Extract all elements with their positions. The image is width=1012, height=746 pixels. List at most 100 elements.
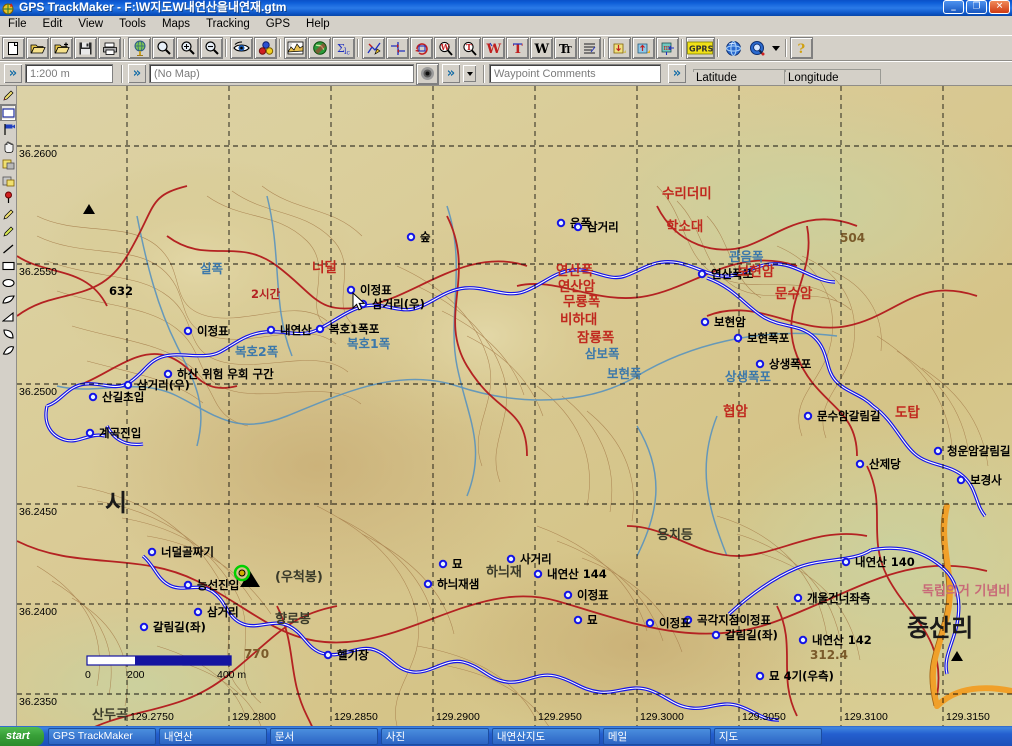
note-yellow-icon[interactable] <box>0 155 16 172</box>
taskbar-item[interactable]: 문서 <box>269 727 378 745</box>
map-waypoint[interactable]: 삼보폭 <box>585 346 620 361</box>
text-lines-icon[interactable] <box>578 37 601 59</box>
map-waypoint[interactable]: 독립의거 기념비 <box>922 583 1010 599</box>
align-points-icon[interactable] <box>386 37 409 59</box>
map-dropdown-icon[interactable] <box>462 64 477 83</box>
map-select[interactable]: (No Map) <box>149 64 414 83</box>
curve-icon[interactable] <box>0 342 16 359</box>
map-waypoint[interactable]: 도탑 <box>895 405 920 421</box>
pen-yellow-icon[interactable] <box>0 206 16 223</box>
note-gray-icon[interactable] <box>0 172 16 189</box>
menu-maps[interactable]: Maps <box>154 16 198 34</box>
line-icon[interactable] <box>0 240 16 257</box>
map-waypoint[interactable]: 협암 <box>723 404 748 420</box>
waypoint-comments-input[interactable]: Waypoint Comments <box>489 64 661 83</box>
hand-pan-icon[interactable] <box>0 138 16 155</box>
t-blue-icon[interactable]: T <box>506 37 529 59</box>
dropdown-arrow-icon[interactable] <box>770 37 783 59</box>
menu-tools[interactable]: Tools <box>111 16 154 34</box>
pen-green-icon[interactable] <box>0 223 16 240</box>
map-waypoint[interactable]: 중산리 <box>907 614 973 642</box>
green-earth-icon[interactable] <box>308 37 331 59</box>
map-waypoint[interactable]: 2시간 <box>251 287 281 301</box>
map-waypoint[interactable]: 향로봉 <box>275 611 311 627</box>
map-waypoint[interactable]: 연산폭 <box>556 262 593 279</box>
map-waypoint[interactable]: 실폭 <box>200 261 224 276</box>
taskbar-item[interactable]: 메일 <box>602 727 711 745</box>
menu-file[interactable]: File <box>0 16 35 34</box>
map-waypoint[interactable]: 복호1폭 <box>347 336 391 351</box>
tt-black-icon[interactable]: TT <box>554 37 577 59</box>
edit-track-icon[interactable] <box>362 37 385 59</box>
menu-help[interactable]: Help <box>298 16 338 34</box>
map-waypoint[interactable]: 연산암 <box>558 278 596 295</box>
gprs-icon[interactable]: GPRS <box>686 37 715 59</box>
map-waypoint[interactable]: 504 <box>840 231 865 245</box>
w-red-icon[interactable]: W <box>482 37 505 59</box>
open-folder-icon[interactable] <box>26 37 49 59</box>
map-chevron-button[interactable]: » <box>127 63 147 84</box>
map-waypoint[interactable]: 너덜 <box>312 260 337 276</box>
map-waypoint[interactable]: 용치등 <box>657 527 693 543</box>
comment-chevron-button[interactable]: » <box>667 63 687 84</box>
map-waypoint[interactable]: 산두곡 <box>92 707 128 723</box>
zoom-out-icon[interactable] <box>200 37 223 59</box>
map-waypoint[interactable]: 무룡폭 <box>563 294 600 310</box>
rectangle-select-icon[interactable] <box>0 104 16 121</box>
map-waypoint[interactable]: 보현암 <box>737 264 775 280</box>
map-waypoint[interactable]: 문수암갈림길 <box>803 409 881 423</box>
printer-icon[interactable] <box>98 37 121 59</box>
arc-icon[interactable] <box>0 325 16 342</box>
map-waypoint[interactable]: 770 <box>244 647 269 661</box>
realtime-icon[interactable]: m <box>656 37 679 59</box>
globe-icon[interactable] <box>128 37 151 59</box>
map-canvas[interactable]: 36.2600 36.2550 36.2500 36.2450 36.2400 … <box>17 86 1012 726</box>
minimize-button[interactable]: _ <box>943 0 964 14</box>
map-waypoint[interactable]: 청운암갈림길 <box>933 444 1011 458</box>
target-dot-icon[interactable] <box>416 62 439 85</box>
menu-tracking[interactable]: Tracking <box>198 16 258 34</box>
zoom-in-icon[interactable] <box>176 37 199 59</box>
find-w-icon[interactable]: W <box>434 37 457 59</box>
map-waypoint[interactable]: 632 <box>109 284 133 298</box>
taskbar-item[interactable]: 지도 <box>713 727 822 745</box>
map-waypoint[interactable]: 보현폭 <box>607 366 642 381</box>
map-waypoint[interactable]: 시 <box>105 489 127 517</box>
pin-red-icon[interactable] <box>0 189 16 206</box>
map-waypoint[interactable]: 잠룡폭 <box>577 329 614 346</box>
find-t-icon[interactable]: T <box>458 37 481 59</box>
taskbar-item[interactable]: 내연산지도 <box>491 727 600 745</box>
rotate-select-icon[interactable] <box>410 37 433 59</box>
taskbar-item[interactable]: GPS TrackMaker <box>47 727 156 745</box>
map-waypoint[interactable]: 개울건너좌측 <box>793 591 871 605</box>
triangle-icon[interactable] <box>0 308 16 325</box>
new-file-icon[interactable] <box>2 37 25 59</box>
w-black-icon[interactable]: W <box>530 37 553 59</box>
flag-marker-icon[interactable] <box>0 121 16 138</box>
map-waypoint[interactable]: 학소대 <box>666 219 703 235</box>
scale-chevron-button[interactable]: » <box>3 63 23 84</box>
map-waypoint[interactable]: 수리더미 <box>662 186 712 202</box>
help-question-icon[interactable]: ? <box>790 37 813 59</box>
map-waypoint[interactable]: 관음폭 <box>729 249 764 264</box>
close-button[interactable]: ✕ <box>989 0 1010 14</box>
map-viewport[interactable]: 36.2600 36.2550 36.2500 36.2450 36.2400 … <box>17 86 1012 726</box>
pencil-draw-icon[interactable] <box>0 87 16 104</box>
eye-icon[interactable] <box>230 37 253 59</box>
restore-button[interactable]: ❐ <box>966 0 987 14</box>
start-button[interactable]: start <box>0 726 44 746</box>
map-waypoint[interactable]: 하늬재 <box>486 564 522 580</box>
rectangle-icon[interactable] <box>0 257 16 274</box>
map-waypoint[interactable]: 312.4 <box>810 648 848 662</box>
save-disk-icon[interactable] <box>74 37 97 59</box>
taskbar-item[interactable]: 사진 <box>380 727 489 745</box>
menu-edit[interactable]: Edit <box>35 16 71 34</box>
sigma-icon[interactable]: Σlc <box>332 37 355 59</box>
map-waypoint[interactable]: 상생폭포 <box>725 369 772 384</box>
open-add-folder-icon[interactable] <box>50 37 73 59</box>
upload-gps-icon[interactable] <box>632 37 655 59</box>
blue-globe-icon[interactable] <box>722 37 745 59</box>
color-balls-icon[interactable] <box>254 37 277 59</box>
search-globe-icon[interactable] <box>746 37 769 59</box>
taskbar-item[interactable]: 내연산 <box>158 727 267 745</box>
